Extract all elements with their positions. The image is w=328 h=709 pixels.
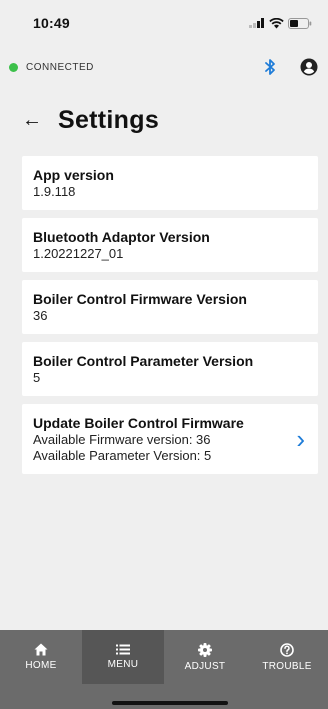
- firmware-version-card: Boiler Control Firmware Version 36: [22, 280, 318, 334]
- card-value: 5: [33, 370, 41, 385]
- available-firmware-version: Available Firmware version: 36: [33, 432, 211, 447]
- card-title: Bluetooth Adaptor Version: [33, 229, 210, 245]
- card-title: App version: [33, 167, 114, 183]
- card-value: 36: [33, 308, 48, 323]
- card-value: 1.20221227_01: [33, 246, 124, 261]
- nav-label: ADJUST: [184, 660, 226, 672]
- nav-adjust[interactable]: ADJUST: [164, 630, 246, 684]
- app-version-card: App version 1.9.118: [22, 156, 318, 210]
- card-title: Boiler Control Firmware Version: [33, 291, 247, 307]
- back-arrow-icon[interactable]: ←: [22, 110, 42, 130]
- card-title: Update Boiler Control Firmware: [33, 415, 244, 431]
- gear-icon: [198, 642, 212, 657]
- bluetooth-icon[interactable]: [264, 58, 276, 76]
- help-icon: [280, 642, 294, 657]
- card-value: 1.9.118: [33, 184, 76, 199]
- nav-label: HOME: [25, 660, 57, 671]
- chevron-right-icon: ›: [296, 423, 305, 454]
- home-indicator: [112, 701, 228, 705]
- page-header: ← Settings: [0, 100, 328, 140]
- settings-list: App version 1.9.118 Bluetooth Adaptor Ve…: [22, 156, 318, 482]
- card-title: Boiler Control Parameter Version: [33, 353, 254, 369]
- user-account-icon[interactable]: [300, 58, 318, 76]
- available-parameter-version: Available Parameter Version: 5: [33, 448, 212, 463]
- page-title: Settings: [58, 105, 160, 134]
- update-firmware-card[interactable]: Update Boiler Control Firmware Available…: [22, 404, 318, 474]
- battery-icon: [288, 17, 312, 29]
- nav-label: MENU: [107, 659, 139, 670]
- bottom-navigation: HOME MENU ADJUST TROUBLE: [0, 630, 328, 709]
- nav-trouble[interactable]: TROUBLE: [246, 630, 328, 684]
- bluetooth-adaptor-version-card: Bluetooth Adaptor Version 1.20221227_01: [22, 218, 318, 272]
- menu-icon: [116, 644, 130, 655]
- connection-status-label: CONNECTED: [26, 61, 94, 73]
- system-icons: [249, 17, 312, 29]
- nav-home[interactable]: HOME: [0, 630, 82, 684]
- parameter-version-card: Boiler Control Parameter Version 5: [22, 342, 318, 396]
- home-icon: [34, 643, 48, 656]
- connection-status-dot: [9, 62, 18, 72]
- cellular-signal-icon: [249, 18, 264, 28]
- nav-menu[interactable]: MENU: [82, 630, 164, 684]
- status-time: 10:49: [33, 15, 70, 31]
- status-bar: 10:49: [0, 0, 328, 46]
- wifi-icon: [269, 17, 284, 28]
- connection-row: CONNECTED: [0, 54, 328, 80]
- nav-label: TROUBLE: [262, 660, 312, 672]
